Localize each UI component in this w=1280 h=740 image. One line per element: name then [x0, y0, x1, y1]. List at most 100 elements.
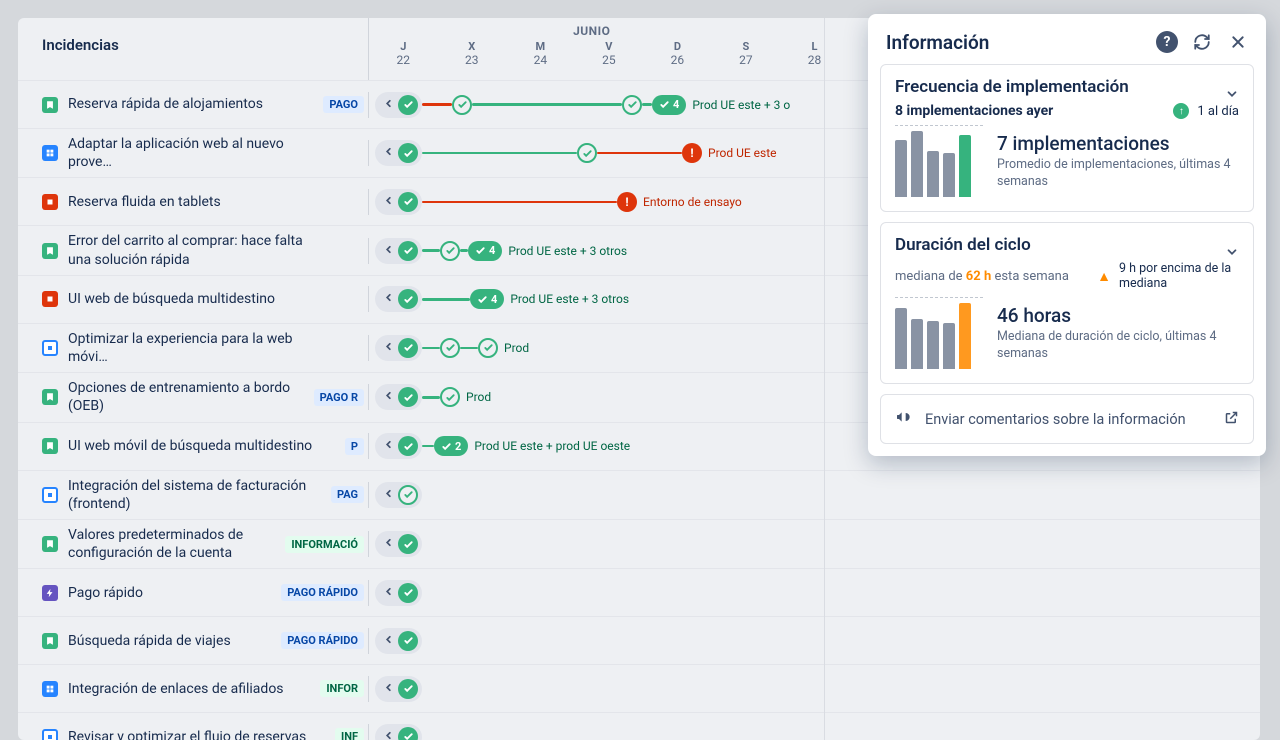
issue-title[interactable]: Optimizar la experiencia para la web móv… — [68, 330, 328, 366]
environment-label[interactable]: Prod UE este + prod UE oeste — [474, 439, 630, 453]
card-deployment-frequency[interactable]: Frecuencia de implementación 8 implement… — [880, 64, 1254, 212]
issue-row[interactable]: Revisar y optimizar el flujo de reservas… — [18, 712, 1260, 740]
collapse-pill[interactable] — [375, 531, 422, 557]
chevron-left-icon — [383, 681, 394, 697]
issue-title[interactable]: Revisar y optimizar el flujo de reservas — [68, 728, 328, 740]
issue-title[interactable]: Integración de enlaces de afiliados — [68, 680, 328, 698]
issue-title[interactable]: Adaptar la aplicación web al nuevo prove… — [68, 135, 328, 171]
issue-title[interactable]: UI web móvil de búsqueda multidestino — [68, 437, 328, 455]
feedback-link[interactable]: Enviar comentarios sobre la información — [880, 394, 1254, 444]
insights-panel: Información ? Frecuencia de implementaci… — [868, 14, 1266, 456]
deployment-marker[interactable] — [440, 387, 460, 407]
deployment-marker[interactable] — [577, 143, 597, 163]
collapse-pill[interactable] — [375, 92, 422, 118]
environment-label[interactable]: Prod UE este + 3 otros — [510, 292, 629, 306]
deployment-marker[interactable] — [440, 338, 460, 358]
issue-type-icon — [42, 633, 58, 649]
chevron-down-icon[interactable] — [1225, 87, 1239, 105]
deployment-marker[interactable] — [452, 95, 472, 115]
spark-bar — [943, 323, 955, 369]
collapse-pill[interactable] — [375, 384, 422, 410]
day-column[interactable]: M24 — [506, 38, 575, 74]
alert-icon[interactable]: ! — [682, 143, 702, 163]
issue-type-icon — [42, 389, 58, 405]
epic-badge[interactable]: PAGO RÁPIDO — [281, 584, 364, 601]
environment-label[interactable]: Prod — [466, 390, 491, 404]
issue-row[interactable]: Pago rápidoPAGO RÁPIDO — [18, 568, 1260, 616]
day-column[interactable]: X23 — [438, 38, 507, 74]
timeline-track — [368, 580, 1260, 606]
chevron-left-icon — [383, 633, 394, 649]
issue-row[interactable]: Integración de enlaces de afiliadosINFOR — [18, 664, 1260, 712]
timeline-segment — [422, 445, 434, 448]
environment-label[interactable]: Prod — [504, 341, 529, 355]
collapse-pill[interactable] — [375, 433, 422, 459]
epic-badge[interactable]: P — [345, 438, 364, 455]
collapse-pill[interactable] — [375, 189, 422, 215]
timeline-segment — [422, 103, 452, 106]
collapse-pill[interactable] — [375, 286, 422, 312]
collapse-pill[interactable] — [375, 335, 422, 361]
issue-title[interactable]: Reserva fluida en tablets — [68, 193, 328, 211]
check-icon — [398, 289, 418, 309]
day-column[interactable]: V25 — [575, 38, 644, 74]
deployment-count-badge[interactable]: 4 — [470, 289, 504, 309]
epic-badge[interactable]: PAGO RÁPIDO — [281, 632, 364, 649]
issue-row[interactable]: Integración del sistema de facturación (… — [18, 470, 1260, 519]
deployment-count-badge[interactable]: 2 — [434, 436, 468, 456]
day-column[interactable]: L28 — [780, 38, 849, 74]
collapse-pill[interactable] — [375, 628, 422, 654]
card-cycle-time[interactable]: Duración del ciclo mediana de 62 h esta … — [880, 222, 1254, 384]
alert-icon[interactable]: ! — [617, 192, 637, 212]
issue-row[interactable]: Búsqueda rápida de viajesPAGO RÁPIDO — [18, 616, 1260, 664]
freq-desc: Promedio de implementaciones, últimas 4 … — [997, 157, 1239, 191]
epic-badge[interactable]: INFORMACIÓ — [285, 536, 364, 553]
issue-title[interactable]: Integración del sistema de facturación (… — [68, 477, 328, 513]
timeline-track — [368, 482, 1260, 508]
issue-row[interactable]: Valores predeterminados de configuración… — [18, 519, 1260, 568]
chevron-left-icon — [383, 97, 394, 113]
issue-title[interactable]: Reserva rápida de alojamientos — [68, 95, 328, 113]
close-icon[interactable] — [1226, 30, 1250, 54]
day-column[interactable]: S27 — [712, 38, 781, 74]
timeline-segment — [597, 152, 682, 155]
deployment-marker[interactable] — [478, 338, 498, 358]
collapse-pill[interactable] — [375, 580, 422, 606]
deployments-yesterday: 8 implementaciones ayer — [895, 103, 1165, 119]
issue-type-icon — [42, 729, 58, 740]
timeline-segment — [422, 396, 440, 399]
epic-badge[interactable]: INF — [335, 728, 364, 740]
day-column[interactable]: J22 — [369, 38, 438, 74]
spark-bar — [959, 303, 971, 369]
environment-label[interactable]: Entorno de ensayo — [643, 195, 742, 209]
deployment-count-badge[interactable]: 4 — [652, 95, 686, 115]
epic-badge[interactable]: PAG — [331, 486, 364, 503]
epic-badge[interactable]: PAGO — [323, 96, 364, 113]
collapse-pill[interactable] — [375, 140, 422, 166]
help-icon[interactable]: ? — [1156, 31, 1178, 53]
external-link-icon — [1224, 410, 1239, 429]
epic-badge[interactable]: INFOR — [320, 680, 364, 697]
issue-title[interactable]: Opciones de entrenamiento a bordo (OEB) — [68, 379, 328, 415]
collapse-pill[interactable] — [375, 482, 422, 508]
deployment-marker[interactable] — [622, 95, 642, 115]
refresh-icon[interactable] — [1190, 30, 1214, 54]
issue-title[interactable]: Error del carrito al comprar: hace falta… — [68, 232, 328, 268]
issue-title[interactable]: UI web de búsqueda multidestino — [68, 290, 328, 308]
collapse-pill[interactable] — [375, 238, 422, 264]
collapse-pill[interactable] — [375, 724, 422, 740]
epic-badge[interactable]: PAGO R — [314, 389, 364, 406]
spark-bar — [927, 321, 939, 369]
deployment-marker[interactable] — [440, 241, 460, 261]
issue-type-icon — [42, 585, 58, 601]
issue-type-icon — [42, 681, 58, 697]
chevron-down-icon[interactable] — [1225, 245, 1239, 263]
environment-label[interactable]: Prod UE este — [708, 146, 777, 160]
day-column[interactable]: D26 — [643, 38, 712, 74]
deployment-count-badge[interactable]: 4 — [468, 241, 502, 261]
timeline-segment — [422, 298, 470, 301]
collapse-pill[interactable] — [375, 676, 422, 702]
environment-label[interactable]: Prod UE este + 3 otros — [508, 244, 627, 258]
environment-label[interactable]: Prod UE este + 3 o — [692, 98, 790, 112]
freq-big-number: 7 implementaciones — [997, 132, 1239, 155]
